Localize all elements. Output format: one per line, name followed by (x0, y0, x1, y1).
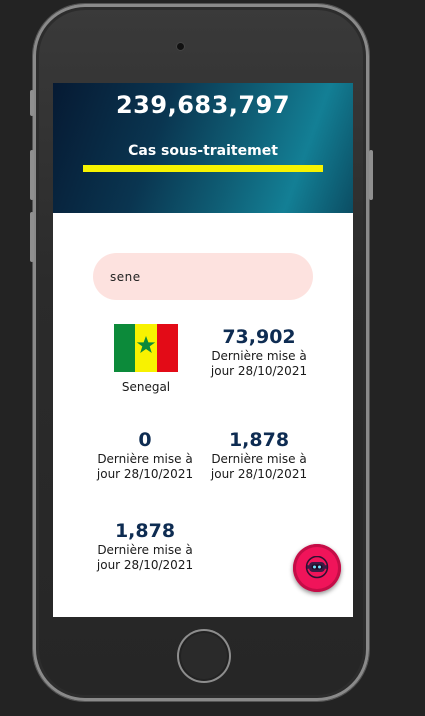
stat-updated-line1: Dernière mise à (211, 452, 307, 466)
stat-updated-line2: jour 28/10/2021 (210, 467, 308, 481)
stat-card: 0 Dernière mise à jour 28/10/2021 (90, 429, 200, 482)
stat-updated-line1: Dernière mise à (97, 543, 193, 557)
chatbot-button[interactable] (293, 544, 341, 592)
front-camera (177, 43, 184, 50)
stat-value: 1,878 (114, 520, 176, 542)
volume-down-button (30, 212, 34, 262)
stat-value: 73,902 (222, 326, 296, 348)
stat-value: 0 (138, 429, 152, 451)
star-icon (136, 336, 156, 353)
country-search-input[interactable] (93, 253, 313, 300)
stat-card: 73,902 Dernière mise à jour 28/10/2021 (204, 326, 314, 379)
senegal-flag-icon (114, 324, 178, 372)
stat-card: 1,878 Dernière mise à jour 28/10/2021 (204, 429, 314, 482)
power-button (369, 150, 373, 200)
robot-chat-icon (305, 556, 329, 579)
stat-updated-line2: jour 28/10/2021 (96, 558, 194, 572)
stat-updated-line1: Dernière mise à (97, 452, 193, 466)
accent-bar (83, 165, 323, 172)
app-screen: 239,683,797 Cas sous-traitemet Senegal 7… (53, 83, 353, 617)
stat-updated-line2: jour 28/10/2021 (210, 364, 308, 378)
stat-card: 1,878 Dernière mise à jour 28/10/2021 (90, 520, 200, 573)
stat-value: 1,878 (228, 429, 290, 451)
hero-banner: 239,683,797 Cas sous-traitemet (53, 83, 353, 213)
stat-updated-line2: jour 28/10/2021 (96, 467, 194, 481)
country-name: Senegal (121, 380, 171, 394)
hero-label: Cas sous-traitemet (128, 143, 278, 159)
volume-up-button (30, 150, 34, 200)
mute-switch (30, 90, 34, 116)
home-button[interactable] (177, 629, 231, 683)
stat-updated-line1: Dernière mise à (211, 349, 307, 363)
total-cases-count: 239,683,797 (115, 91, 291, 119)
